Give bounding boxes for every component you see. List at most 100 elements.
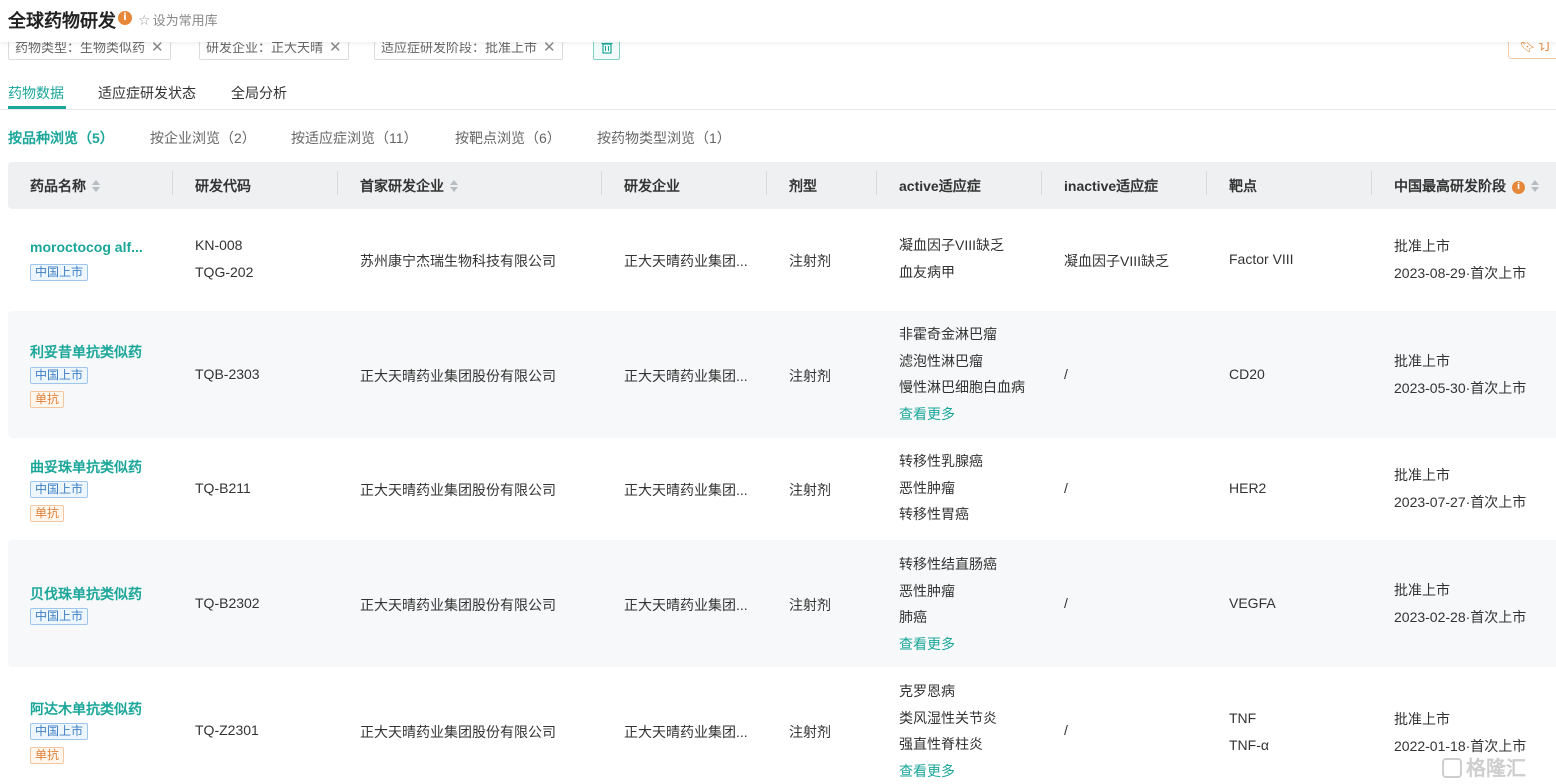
sort-icon[interactable] bbox=[1531, 179, 1539, 193]
drug-name-link[interactable]: 阿达木单抗类似药 bbox=[30, 699, 142, 719]
tab-indication-status[interactable]: 适应症研发状态 bbox=[98, 83, 196, 103]
active-indication-cell: 非霍奇金淋巴瘤 滤泡性淋巴瘤 慢性淋巴细胞白血病 查看更多 bbox=[899, 321, 1025, 427]
column-header-company: 研发企业 bbox=[624, 176, 680, 196]
view-more-link[interactable]: 查看更多 bbox=[899, 758, 997, 784]
stage-date: 2023-07-27·首次上市 bbox=[1394, 489, 1526, 516]
column-header-label: 药品名称 bbox=[30, 178, 86, 194]
code-value: KN-008 bbox=[195, 232, 253, 259]
page-title: 全球药物研发 bbox=[8, 7, 116, 33]
table-row: 贝伐珠单抗类似药 中国上市 TQ-B2302 正大天晴药业集团股份有限公司 正大… bbox=[0, 540, 1556, 667]
indication-item: 肺癌 bbox=[899, 604, 997, 631]
page-header: 全球药物研发 i ☆设为常用库 bbox=[0, 0, 1556, 42]
column-divider bbox=[1206, 171, 1207, 195]
indication-item: 恶性肿瘤 bbox=[899, 578, 997, 605]
drug-name-link[interactable]: moroctocog alf... bbox=[30, 239, 143, 255]
column-divider bbox=[766, 171, 767, 195]
sort-icon[interactable] bbox=[450, 179, 458, 193]
drug-name-link[interactable]: 贝伐珠单抗类似药 bbox=[30, 584, 142, 604]
indication-item: 恶性肿瘤 bbox=[899, 475, 983, 502]
drug-name-link[interactable]: 曲妥珠单抗类似药 bbox=[30, 457, 142, 477]
target-cell: HER2 bbox=[1229, 480, 1266, 496]
watermark-text: 格隆汇 bbox=[1466, 758, 1526, 780]
drug-name-link[interactable]: 利妥昔单抗类似药 bbox=[30, 342, 142, 362]
column-header-drug-name[interactable]: 药品名称 bbox=[30, 176, 100, 196]
column-header-china-stage[interactable]: 中国最高研发阶段i bbox=[1394, 176, 1539, 196]
target-cell: CD20 bbox=[1229, 366, 1265, 382]
filter-chip-label: 研发企业：正大天晴 bbox=[206, 40, 323, 55]
stage-label: 批准上市 bbox=[1394, 462, 1526, 489]
active-indication-cell: 克罗恩病 类风湿性关节炎 强直性脊柱炎 查看更多 bbox=[899, 678, 997, 784]
indication-item: 血友病甲 bbox=[899, 259, 1004, 286]
code-cell: KN-008 TQG-202 bbox=[195, 232, 253, 285]
status-badge-china-listed: 中国上市 bbox=[30, 367, 88, 384]
inactive-indication-cell: / bbox=[1064, 366, 1068, 382]
first-company-cell: 正大天晴药业集团股份有限公司 bbox=[360, 366, 556, 386]
column-header-code: 研发代码 bbox=[195, 176, 251, 196]
status-badge-china-listed: 中国上市 bbox=[30, 608, 88, 625]
set-favorite-button[interactable]: ☆设为常用库 bbox=[138, 10, 218, 29]
column-header-target: 靶点 bbox=[1229, 176, 1257, 196]
column-header-inactive-indication: inactive适应症 bbox=[1064, 176, 1158, 196]
indication-item: 转移性胃癌 bbox=[899, 501, 983, 528]
code-cell: TQ-B211 bbox=[195, 480, 251, 496]
inactive-indication-cell: / bbox=[1064, 480, 1068, 496]
company-cell: 正大天晴药业集团... bbox=[624, 251, 748, 271]
stage-label: 批准上市 bbox=[1394, 706, 1526, 733]
column-header-label: 首家研发企业 bbox=[360, 178, 444, 194]
info-circle-icon[interactable]: i bbox=[1512, 181, 1525, 194]
first-company-cell: 正大天晴药业集团股份有限公司 bbox=[360, 722, 556, 742]
first-company-cell: 苏州康宁杰瑞生物科技有限公司 bbox=[360, 251, 556, 271]
form-cell: 注射剂 bbox=[789, 480, 831, 500]
code-cell: TQB-2303 bbox=[195, 366, 260, 382]
view-more-link[interactable]: 查看更多 bbox=[899, 631, 997, 658]
company-cell: 正大天晴药业集团... bbox=[624, 595, 748, 615]
table-row: 利妥昔单抗类似药 中国上市 单抗 TQB-2303 正大天晴药业集团股份有限公司… bbox=[0, 311, 1556, 438]
inactive-indication-cell: 凝血因子VIII缺乏 bbox=[1064, 251, 1169, 271]
column-header-active-indication: active适应症 bbox=[899, 176, 981, 196]
code-cell: TQ-Z2301 bbox=[195, 722, 259, 738]
company-cell: 正大天晴药业集团... bbox=[624, 480, 748, 500]
active-indication-cell: 转移性结直肠癌 恶性肿瘤 肺癌 查看更多 bbox=[899, 551, 997, 657]
filter-chip-label: 适应症研发阶段：批准上市 bbox=[381, 40, 537, 55]
indication-item: 克罗恩病 bbox=[899, 678, 997, 705]
stage-label: 批准上市 bbox=[1394, 233, 1526, 260]
target-cell: VEGFA bbox=[1229, 595, 1276, 611]
indication-item: 滤泡性淋巴瘤 bbox=[899, 348, 1025, 375]
form-cell: 注射剂 bbox=[789, 251, 831, 271]
table-row: moroctocog alf... 中国上市 KN-008 TQG-202 苏州… bbox=[0, 209, 1556, 309]
subtab-by-variety[interactable]: 按品种浏览（5） bbox=[8, 128, 114, 148]
indication-item: 凝血因子VIII缺乏 bbox=[899, 232, 1004, 259]
tab-drug-data[interactable]: 药物数据 bbox=[8, 83, 64, 103]
company-cell: 正大天晴药业集团... bbox=[624, 722, 748, 742]
target-item: TNF bbox=[1229, 705, 1269, 732]
stage-date: 2023-05-30·首次上市 bbox=[1394, 375, 1526, 402]
indication-item: 非霍奇金淋巴瘤 bbox=[899, 321, 1025, 348]
stage-date: 2023-02-28·首次上市 bbox=[1394, 604, 1526, 631]
subtab-by-indication[interactable]: 按适应症浏览（11） bbox=[291, 128, 418, 148]
column-divider bbox=[876, 171, 877, 195]
subtab-by-drug-type[interactable]: 按药物类型浏览（1） bbox=[597, 128, 731, 148]
inactive-indication-cell: / bbox=[1064, 595, 1068, 611]
form-cell: 注射剂 bbox=[789, 722, 831, 742]
info-circle-icon[interactable]: i bbox=[118, 11, 132, 25]
subtab-by-target[interactable]: 按靶点浏览（6） bbox=[455, 128, 561, 148]
column-divider bbox=[1371, 171, 1372, 195]
target-item: TNF-α bbox=[1229, 732, 1269, 759]
column-divider bbox=[601, 171, 602, 195]
type-badge-mab: 单抗 bbox=[30, 505, 64, 522]
view-more-link[interactable]: 查看更多 bbox=[899, 401, 1025, 428]
column-header-form: 剂型 bbox=[789, 176, 817, 196]
tab-global-analysis[interactable]: 全局分析 bbox=[231, 83, 287, 103]
type-badge-mab: 单抗 bbox=[30, 747, 64, 764]
stage-cell: 批准上市 2023-02-28·首次上市 bbox=[1394, 577, 1526, 630]
subtab-by-company[interactable]: 按企业浏览（2） bbox=[150, 128, 256, 148]
target-cell: Factor VIII bbox=[1229, 251, 1294, 267]
filter-chip-label: 药物类型：生物类似药 bbox=[15, 40, 145, 55]
set-favorite-label: 设为常用库 bbox=[153, 13, 218, 28]
code-value: TQG-202 bbox=[195, 259, 253, 286]
active-indication-cell: 凝血因子VIII缺乏 血友病甲 bbox=[899, 232, 1004, 285]
stage-label: 批准上市 bbox=[1394, 577, 1526, 604]
status-badge-china-listed: 中国上市 bbox=[30, 264, 88, 281]
sort-icon[interactable] bbox=[92, 179, 100, 193]
column-header-first-company[interactable]: 首家研发企业 bbox=[360, 176, 458, 196]
